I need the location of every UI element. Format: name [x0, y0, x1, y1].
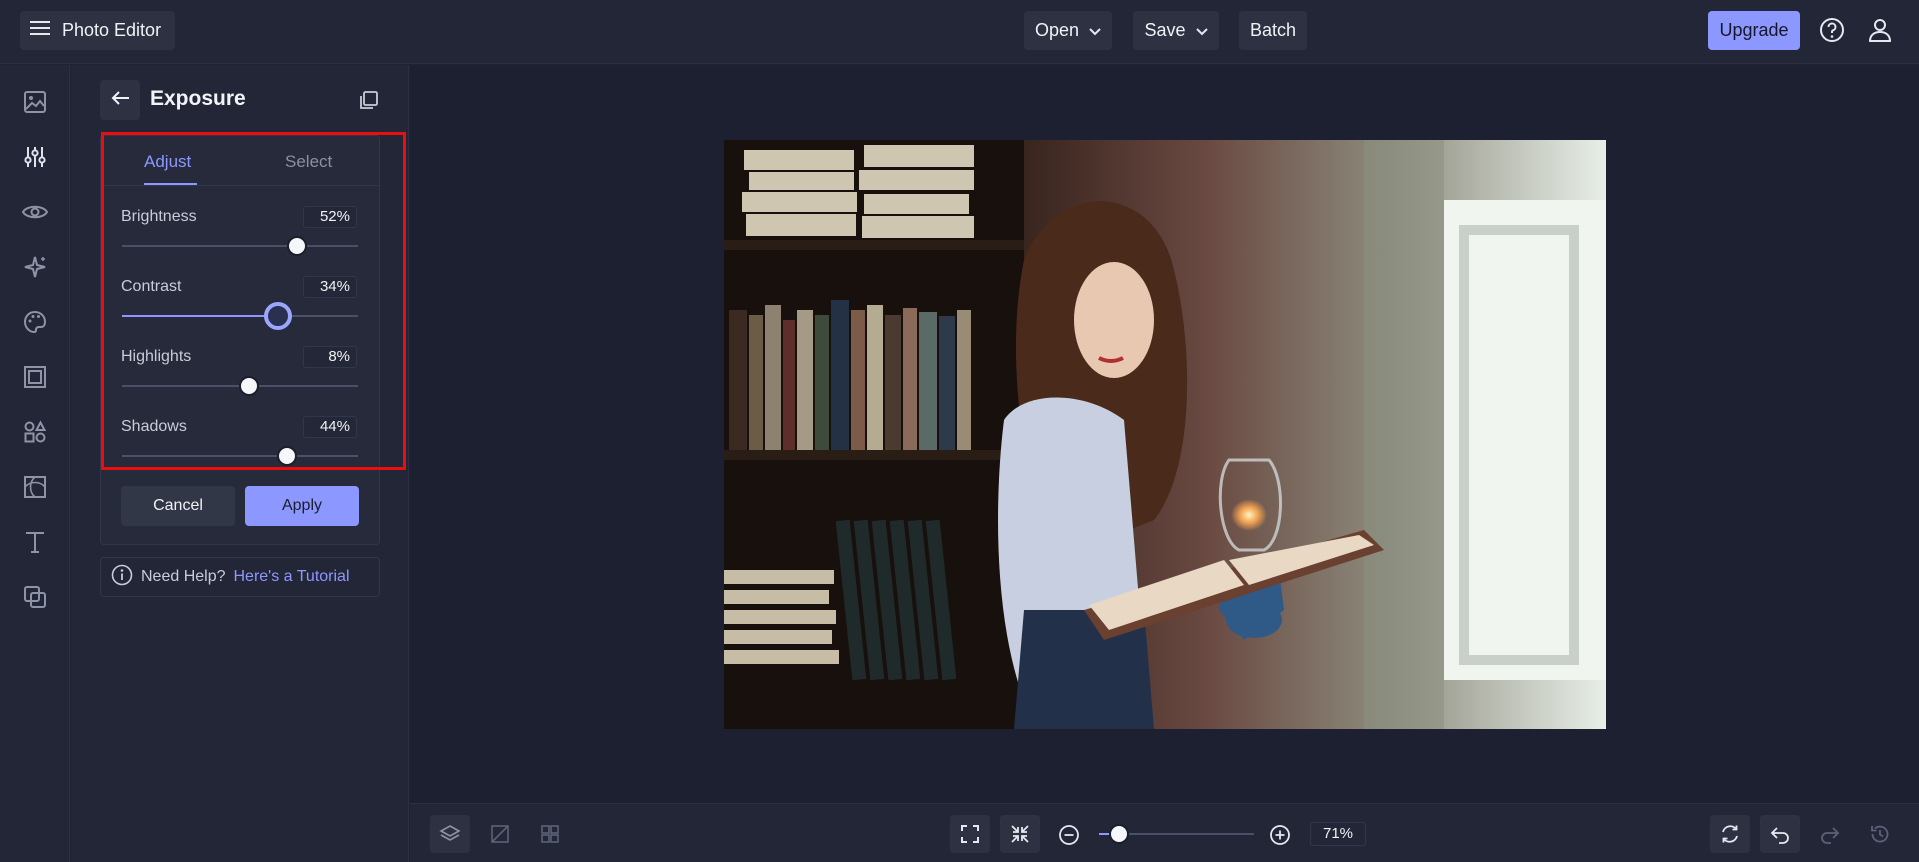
- chevron-down-icon: [1089, 20, 1101, 41]
- fit-screen-icon[interactable]: [950, 815, 990, 853]
- cancel-button[interactable]: Cancel: [121, 486, 235, 526]
- zoom-value-input[interactable]: 71%: [1310, 822, 1366, 846]
- back-button[interactable]: [100, 80, 140, 120]
- eye-icon[interactable]: [18, 195, 52, 229]
- image-icon[interactable]: [18, 85, 52, 119]
- panel-title: Exposure: [150, 87, 246, 110]
- arrow-left-icon: [110, 90, 130, 111]
- sparkle-effects-icon[interactable]: [18, 250, 52, 284]
- apply-button[interactable]: Apply: [245, 486, 359, 526]
- shapes-icon[interactable]: [18, 415, 52, 449]
- compare-icon[interactable]: [480, 815, 520, 853]
- overlay-icon[interactable]: [18, 580, 52, 614]
- history-icon[interactable]: [1860, 815, 1900, 853]
- zoom-in-icon[interactable]: [1268, 823, 1292, 847]
- tutorial-link[interactable]: Here's a Tutorial: [234, 568, 350, 586]
- palette-icon[interactable]: [18, 305, 52, 339]
- batch-label: Batch: [1249, 20, 1297, 40]
- top-bar: [0, 0, 1919, 64]
- help-box: Need Help? Here's a Tutorial: [100, 557, 380, 597]
- copy-layers-icon[interactable]: [355, 88, 381, 114]
- open-label: Open: [1034, 20, 1080, 40]
- reset-icon[interactable]: [1710, 815, 1750, 853]
- frame-icon[interactable]: [18, 360, 52, 394]
- save-button[interactable]: Save: [1133, 11, 1219, 50]
- annotation-highlight-box: [101, 132, 406, 470]
- texture-icon[interactable]: [18, 470, 52, 504]
- menu-icon: [30, 20, 50, 41]
- actual-size-icon[interactable]: [1000, 815, 1040, 853]
- app-title: Photo Editor: [62, 20, 162, 40]
- grid-icon[interactable]: [530, 815, 570, 853]
- zoom-out-icon[interactable]: [1057, 823, 1081, 847]
- photo-canvas[interactable]: [724, 140, 1606, 729]
- help-icon[interactable]: [1815, 13, 1849, 47]
- photo-image: [724, 140, 1606, 729]
- left-nav: [0, 65, 70, 862]
- info-icon: [111, 564, 133, 591]
- help-text: Need Help?: [141, 568, 226, 585]
- open-button[interactable]: Open: [1024, 11, 1112, 50]
- adjustments-icon[interactable]: [18, 140, 52, 174]
- zoom-unit: %: [1339, 825, 1354, 842]
- batch-button[interactable]: Batch: [1239, 11, 1307, 50]
- redo-icon[interactable]: [1810, 815, 1850, 853]
- user-icon[interactable]: [1863, 13, 1897, 47]
- text-icon[interactable]: [18, 525, 52, 559]
- chevron-down-icon: [1195, 20, 1208, 41]
- zoom-value: 71: [1322, 825, 1340, 842]
- zoom-slider-thumb[interactable]: [1109, 824, 1130, 844]
- undo-icon[interactable]: [1760, 815, 1800, 853]
- layers-icon[interactable]: [430, 815, 470, 853]
- save-label: Save: [1144, 20, 1186, 40]
- upgrade-button[interactable]: Upgrade: [1708, 11, 1800, 50]
- app-menu-button[interactable]: Photo Editor: [20, 11, 175, 50]
